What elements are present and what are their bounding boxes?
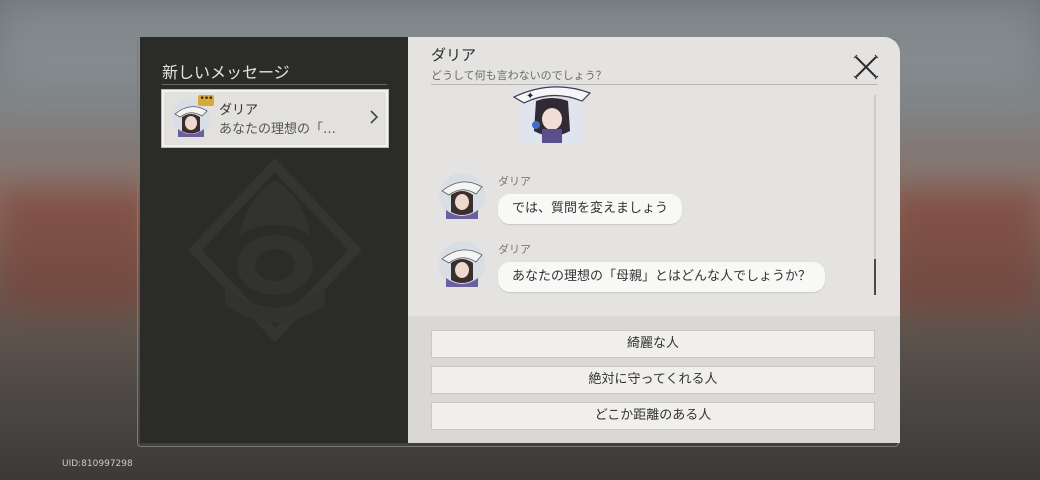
chat-partner-status: どうして何も言わないのでしょう？: [431, 69, 607, 82]
reply-option-2[interactable]: 絶対に守ってくれる人: [431, 366, 875, 394]
message-sender: ダリア: [498, 243, 531, 256]
sticker-image: ✦: [512, 86, 592, 143]
sender-avatar: [439, 241, 485, 287]
svg-text:✦: ✦: [526, 91, 534, 102]
background-wall-right: [890, 190, 1040, 310]
message-list-panel: 新しいメッセージ ••• ダリア あなたの理想の「…: [140, 37, 408, 443]
player-uid: UID:810997298: [62, 459, 133, 469]
title-divider: [162, 84, 387, 85]
message-history[interactable]: ✦ ダリア では、質問を変えましょう ダリア あなたの理想の「母親」とはどんな人…: [408, 85, 900, 315]
scrollbar-thumb[interactable]: [874, 259, 876, 295]
contact-item-dahlia[interactable]: ••• ダリア あなたの理想の「…: [162, 90, 388, 147]
message-bubble: あなたの理想の「母親」とはどんな人でしょうか？: [498, 262, 826, 292]
reply-choices: 綺麗な人 絶対に守ってくれる人 どこか距離のある人: [408, 316, 900, 443]
chevron-right-icon: [370, 110, 379, 124]
message-sender: ダリア: [498, 175, 531, 188]
background-wall-left: [0, 190, 150, 310]
faction-emblem-watermark: [188, 157, 362, 343]
unread-badge: •••: [198, 94, 214, 106]
reply-option-3[interactable]: どこか距離のある人: [431, 402, 875, 430]
reply-option-1[interactable]: 綺麗な人: [431, 330, 875, 358]
contact-preview: あなたの理想の「…: [219, 122, 337, 137]
chat-partner-name: ダリア: [431, 46, 477, 64]
chat-panel: ダリア どうして何も言わないのでしょう？ ✦ ダリア では、質問を変えましょう: [408, 37, 900, 443]
sender-avatar: [439, 173, 485, 219]
close-icon[interactable]: [853, 54, 879, 80]
message-bubble: では、質問を変えましょう: [498, 194, 683, 224]
contact-name: ダリア: [219, 103, 259, 118]
message-list-title: 新しいメッセージ: [162, 63, 290, 82]
